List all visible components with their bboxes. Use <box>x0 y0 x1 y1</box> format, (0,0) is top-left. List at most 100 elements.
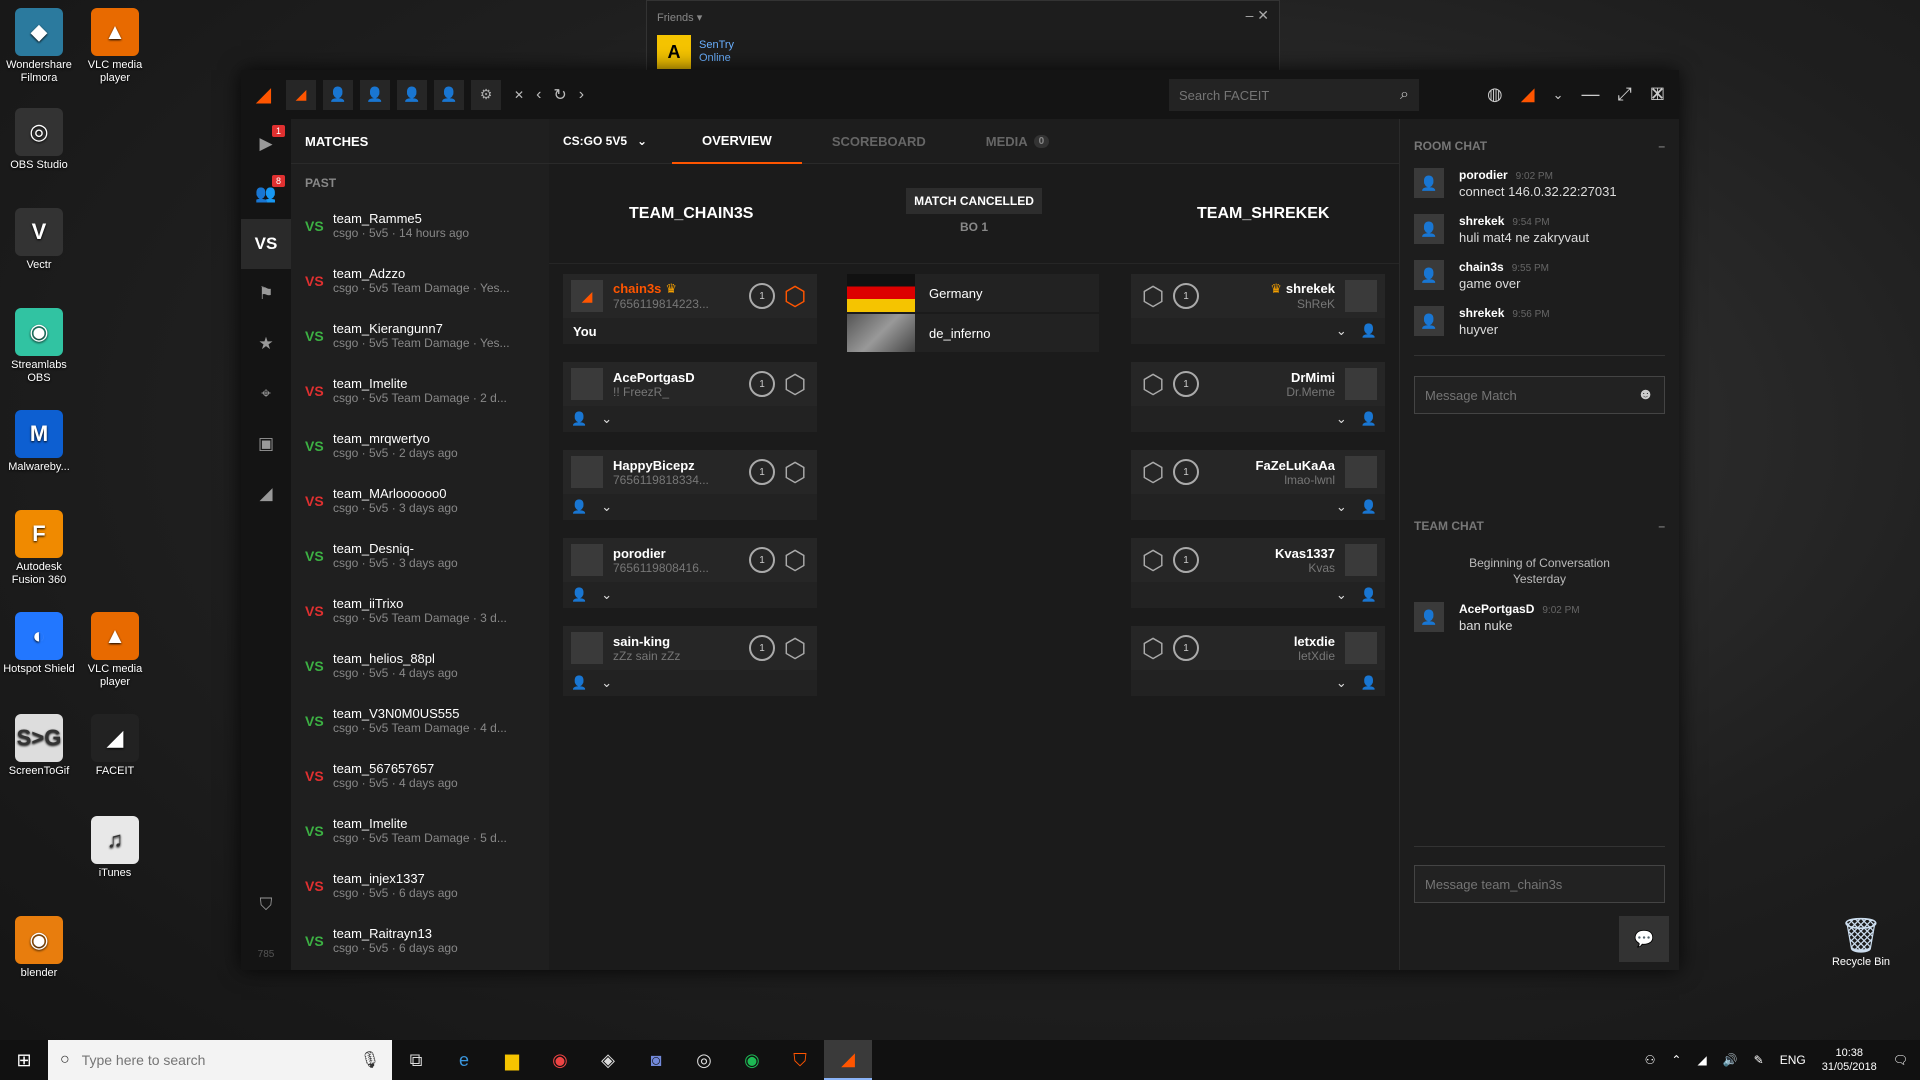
close-tabs-icon[interactable]: ✕ <box>514 88 524 102</box>
player-card[interactable]: FaZeLuKaAa lmao-lwnl 1 ⬡ ⌄ 👤 <box>1131 450 1385 520</box>
volume-icon[interactable]: 🔊 <box>1723 1053 1738 1067</box>
list-item[interactable]: VS team_injex1337 csgo · 5v5 · 6 days ago <box>291 858 549 913</box>
room-chat-input-box[interactable]: ☻ <box>1414 376 1665 414</box>
add-friend-icon[interactable]: 👤 <box>1361 411 1377 427</box>
add-friend-icon[interactable]: 👤 <box>1361 675 1377 691</box>
desktop-icon[interactable]: ◢ FACEIT <box>76 714 154 778</box>
chevron-down-icon[interactable]: ⌄ <box>601 587 612 603</box>
add-friend-icon[interactable]: 👤 <box>1361 499 1377 515</box>
task-view-icon[interactable]: ⧉ <box>392 1040 440 1080</box>
obs-icon[interactable]: ◎ <box>680 1040 728 1080</box>
search-icon[interactable]: ⌕ <box>1400 86 1409 104</box>
list-item[interactable]: VS team_Raitrayn13 csgo · 5v5 · 6 days ago <box>291 913 549 968</box>
file-explorer-icon[interactable]: ▆ <box>488 1040 536 1080</box>
list-item[interactable]: VS team_helios_88pl csgo · 5v5 · 4 days ag… <box>291 638 549 693</box>
list-item[interactable]: VS team_V3N0M0US555 csgo · 5v5 Team Damage… <box>291 693 549 748</box>
desktop-icon[interactable]: ♫ iTunes <box>76 816 154 880</box>
player-card[interactable]: HappyBicepz 7656119818334... 1 ⬡ 👤 ⌄ <box>563 450 817 520</box>
shield-icon[interactable]: ⛉ <box>241 880 291 930</box>
desktop-icon[interactable]: ◐ Hotspot Shield <box>0 612 78 676</box>
friends-window[interactable]: Friends ▾ ‒ ✕ A SenTry Online <box>646 0 1280 72</box>
chevron-down-icon[interactable]: ⌄ <box>601 675 612 691</box>
people-icon[interactable]: ⚇ <box>1645 1053 1656 1067</box>
friends-icon[interactable]: 👥 8 <box>241 169 291 219</box>
chevron-down-icon[interactable]: ⌄ <box>1336 499 1347 515</box>
list-item[interactable]: VS team_mrqwertyo csgo · 5v5 · 2 days ago <box>291 418 549 473</box>
message-author[interactable]: shrekek <box>1459 306 1504 320</box>
chrome-icon[interactable]: ◉ <box>536 1040 584 1080</box>
add-friend-icon[interactable]: 👤 <box>571 499 587 515</box>
faceit-icon[interactable]: ◢ <box>241 469 291 519</box>
chevron-up-icon[interactable]: ⌃ <box>1671 1053 1681 1067</box>
profile-tab-button[interactable]: 👤 <box>360 79 390 110</box>
desktop-icon[interactable]: ◉ Streamlabs OBS <box>0 308 78 385</box>
faceit-anticheat-icon[interactable]: ⛉ <box>776 1040 824 1080</box>
player-card[interactable]: DrMimi Dr.Meme 1 ⬡ ⌄ 👤 <box>1131 362 1385 432</box>
message-author[interactable]: porodier <box>1459 168 1508 182</box>
spotify-icon[interactable]: ◉ <box>728 1040 776 1080</box>
shop-icon[interactable]: ▣ <box>241 419 291 469</box>
profile-tab-button[interactable]: 👤 <box>434 79 464 110</box>
desktop-icon[interactable]: V Vectr <box>0 208 78 272</box>
player-card[interactable]: AcePortgasD!! FreezR_ 1 ⬡ 👤 ⌄ <box>563 362 817 432</box>
profile-tab-button[interactable]: 👤 <box>397 79 427 110</box>
list-item[interactable]: VS team_567657657 csgo · 5v5 · 4 days ago <box>291 748 549 803</box>
list-item[interactable]: VS team_Imelite csgo · 5v5 Team Damage · 2… <box>291 363 549 418</box>
desktop-icon[interactable]: F Autodesk Fusion 360 <box>0 510 78 587</box>
chevron-down-icon[interactable]: ⌄ <box>1336 675 1347 691</box>
split-view-icon[interactable]: ◫ <box>1650 83 1665 103</box>
add-friend-icon[interactable]: 👤 <box>571 411 587 427</box>
chevron-down-icon[interactable]: ⌄ <box>1553 87 1564 103</box>
star-icon[interactable]: ★ <box>241 319 291 369</box>
teams-icon[interactable]: ⚑ <box>241 269 291 319</box>
language-indicator[interactable]: ENG <box>1780 1053 1806 1067</box>
friends-title[interactable]: Friends ▾ <box>647 1 1279 34</box>
matches-nav-button[interactable]: VS <box>241 219 291 269</box>
desktop-icon[interactable]: ◎ OBS Studio <box>0 108 78 172</box>
list-item[interactable]: VS team_Kierangunn7 csgo · 5v5 Team Damage… <box>291 308 549 363</box>
team-chat-input-box[interactable] <box>1414 865 1665 903</box>
player-card[interactable]: letxdie letXdie 1 ⬡ ⌄ 👤 <box>1131 626 1385 696</box>
avatar[interactable]: 👤 <box>1414 602 1444 633</box>
add-friend-icon[interactable]: 👤 <box>571 675 587 691</box>
avatar[interactable]: ◢ <box>1521 84 1535 105</box>
message-author[interactable]: shrekek <box>1459 214 1504 228</box>
steam-icon[interactable]: ◈ <box>584 1040 632 1080</box>
chevron-down-icon[interactable]: ⌄ <box>1336 587 1347 603</box>
add-friend-icon[interactable]: 👤 <box>571 587 587 603</box>
chevron-down-icon[interactable]: ⌄ <box>1336 411 1347 427</box>
message-author[interactable]: chain3s <box>1459 260 1504 274</box>
play-icon[interactable]: ▶ 1 <box>241 119 291 169</box>
list-item[interactable]: VS team_Ramme5 csgo · 5v5 · 14 hours ago <box>291 198 549 253</box>
team-message-input[interactable] <box>1425 876 1654 892</box>
microphone-icon[interactable]: 🎙 <box>360 1050 380 1070</box>
recycle-bin[interactable]: 🗑 Recycle Bin <box>1822 916 1900 968</box>
chevron-down-icon[interactable]: ⌄ <box>601 411 612 427</box>
avatar[interactable]: 👤 <box>1414 306 1444 336</box>
chevron-down-icon[interactable]: ⌄ <box>601 499 612 515</box>
crosshair-icon[interactable]: ⌖ <box>241 369 291 419</box>
profile-tab-button[interactable]: 👤 <box>323 79 353 110</box>
game-selector[interactable]: CS:GO 5V5 ⌄ <box>549 134 672 148</box>
desktop-icon[interactable]: ▲ VLC media player <box>76 8 154 85</box>
team-left-name[interactable]: TEAM_CHAIN3S <box>629 205 753 223</box>
match-tab-button[interactable]: ◢ <box>286 79 316 110</box>
player-card[interactable]: ◢ chain3s ♛ 7656119814223... 1 ⬡ You <box>563 274 817 344</box>
desktop-icon[interactable]: ◆ Wondershare Filmora <box>0 8 78 85</box>
player-card[interactable]: ♛ shrekek ShReK 1 ⬡ ⌄ 👤 <box>1131 274 1385 344</box>
refresh-icon[interactable]: ↻ <box>553 85 566 105</box>
friends-window-controls[interactable]: ‒ ✕ <box>1246 7 1269 24</box>
player-card[interactable]: porodier 7656119808416... 1 ⬡ 👤 ⌄ <box>563 538 817 608</box>
pen-icon[interactable]: ✎ <box>1754 1053 1764 1067</box>
clock[interactable]: 10:38 31/05/2018 <box>1822 1046 1877 1075</box>
avatar[interactable]: 👤 <box>1414 168 1444 198</box>
emoji-icon[interactable]: ☻ <box>1637 386 1654 404</box>
settings-icon[interactable]: ⚙ <box>471 79 501 110</box>
desktop-icon[interactable]: ◉ blender <box>0 916 78 980</box>
collapse-icon[interactable]: – <box>1658 519 1665 533</box>
list-item[interactable]: VS team_Imelite csgo · 5v5 Team Damage · 5… <box>291 803 549 858</box>
list-item[interactable]: VS team_MArloooooo0 csgo · 5v5 · 3 days ag… <box>291 473 549 528</box>
network-icon[interactable]: ◢ <box>1697 1053 1706 1067</box>
collapse-icon[interactable]: – <box>1658 139 1665 153</box>
search-bar[interactable]: ⌕ <box>1169 79 1419 111</box>
